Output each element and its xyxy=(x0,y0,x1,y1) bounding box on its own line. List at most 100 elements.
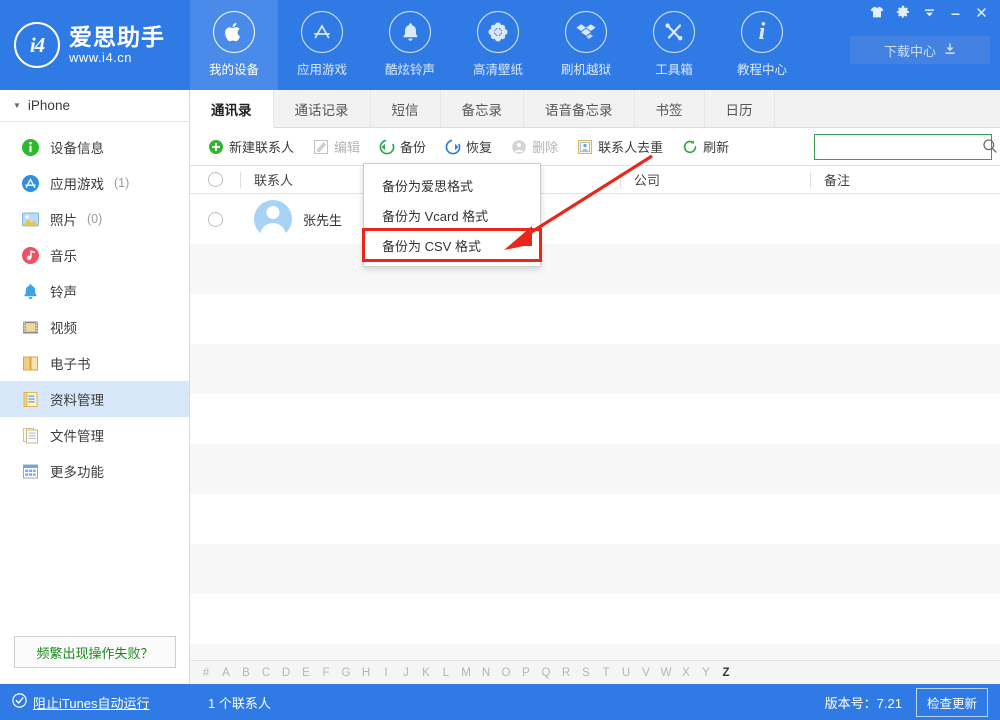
alpha-l[interactable]: L xyxy=(436,667,456,679)
alpha-x[interactable]: X xyxy=(676,667,696,679)
alpha-w[interactable]: W xyxy=(656,667,676,679)
nav-label: 工具箱 xyxy=(655,59,693,78)
sidebar-item-file-management[interactable]: 文件管理 xyxy=(0,417,189,453)
tools-icon xyxy=(653,11,695,53)
window-controls xyxy=(864,0,994,24)
nav-item-toolbox[interactable]: 工具箱 xyxy=(630,0,718,90)
sidebar-item-ebooks[interactable]: 电子书 xyxy=(0,345,189,381)
content-tabs: 通讯录 通话记录 短信 备忘录 语音备忘录 书签 日历 xyxy=(190,90,1000,128)
cell-note xyxy=(810,194,1000,244)
dedupe-contacts-button[interactable]: 联系人去重 xyxy=(567,134,672,160)
row-checkbox[interactable] xyxy=(208,212,223,227)
tab-label: 语音备忘录 xyxy=(545,99,613,119)
tab-voice-memos[interactable]: 语音备忘录 xyxy=(524,90,635,127)
alpha-a[interactable]: A xyxy=(216,667,236,679)
logo-mark-text: i4 xyxy=(30,33,44,58)
alpha-v[interactable]: V xyxy=(636,667,656,679)
alpha-y[interactable]: Y xyxy=(696,667,716,679)
alpha-d[interactable]: D xyxy=(276,667,296,679)
alpha-q[interactable]: Q xyxy=(536,667,556,679)
tab-label: 书签 xyxy=(656,99,683,119)
column-header-company[interactable]: 公司 xyxy=(620,166,810,194)
alpha-g[interactable]: G xyxy=(336,667,356,679)
sidebar-item-videos[interactable]: 视频 xyxy=(0,309,189,345)
caret-down-icon: ▼ xyxy=(13,101,21,110)
alpha-m[interactable]: M xyxy=(456,667,476,679)
sidebar-item-more-features[interactable]: 更多功能 xyxy=(0,453,189,489)
block-itunes-toggle[interactable]: 阻止iTunes自动运行 xyxy=(0,693,190,712)
alpha-hash[interactable]: # xyxy=(196,667,216,679)
select-all-checkbox[interactable] xyxy=(208,172,223,187)
menu-item-backup-vcard-format[interactable]: 备份为 Vcard 格式 xyxy=(364,200,540,230)
nav-item-my-device[interactable]: 我的设备 xyxy=(190,0,278,90)
help-troubleshoot-button[interactable]: 频繁出现操作失败？ xyxy=(14,636,176,668)
sidebar-item-device-info[interactable]: 设备信息 xyxy=(0,129,189,165)
help-troubleshoot-label: 频繁出现操作失败？ xyxy=(36,643,153,662)
new-contact-button[interactable]: 新建联系人 xyxy=(198,134,303,160)
search-icon[interactable] xyxy=(982,138,998,157)
video-film-icon xyxy=(20,317,40,337)
sidebar-item-photos[interactable]: 照片 (0) xyxy=(0,201,189,237)
search-input[interactable] xyxy=(821,140,982,154)
main-nav: 我的设备 应用游戏 酷炫铃声 高清壁纸 xyxy=(190,0,806,90)
alpha-r[interactable]: R xyxy=(556,667,576,679)
tab-bookmarks[interactable]: 书签 xyxy=(635,90,705,127)
nav-item-wallpapers[interactable]: 高清壁纸 xyxy=(454,0,542,90)
device-selector[interactable]: ▼ iPhone xyxy=(0,90,189,122)
tab-call-log[interactable]: 通话记录 xyxy=(274,90,371,127)
alpha-h[interactable]: H xyxy=(356,667,376,679)
app-header: i4 爱思助手 www.i4.cn 我的设备 应用游戏 xyxy=(0,0,1000,90)
alpha-c[interactable]: C xyxy=(256,667,276,679)
download-center-button[interactable]: 下载中心 xyxy=(850,36,990,64)
sidebar-item-apps-games[interactable]: 应用游戏 (1) xyxy=(0,165,189,201)
edit-button[interactable]: 编辑 xyxy=(303,134,369,160)
delete-button[interactable]: 删除 xyxy=(501,134,567,160)
close-icon[interactable] xyxy=(968,1,994,23)
tab-notes[interactable]: 备忘录 xyxy=(441,90,525,127)
alpha-f[interactable]: F xyxy=(316,667,336,679)
refresh-button[interactable]: 刷新 xyxy=(672,134,738,160)
backup-button[interactable]: 备份 xyxy=(369,134,435,160)
alpha-o[interactable]: O xyxy=(496,667,516,679)
sidebar-list: 设备信息 应用游戏 (1) 照片 (0) xyxy=(0,122,189,489)
sidebar-item-data-management[interactable]: 资料管理 xyxy=(0,381,189,417)
table-row[interactable]: 张先生 …47 xyxy=(190,194,1000,244)
alpha-b[interactable]: B xyxy=(236,667,256,679)
chevron-down-icon[interactable] xyxy=(916,1,942,23)
sidebar-item-label: 音乐 xyxy=(50,245,77,265)
nav-label: 高清壁纸 xyxy=(473,59,523,78)
sidebar-item-music[interactable]: 音乐 xyxy=(0,237,189,273)
menu-item-backup-csv-format[interactable]: 备份为 CSV 格式 xyxy=(364,230,540,260)
restore-button[interactable]: 恢复 xyxy=(435,134,501,160)
check-update-button[interactable]: 检查更新 xyxy=(916,688,988,717)
nav-item-flash-jailbreak[interactable]: 刷机越狱 xyxy=(542,0,630,90)
nav-item-apps-games[interactable]: 应用游戏 xyxy=(278,0,366,90)
alpha-n[interactable]: N xyxy=(476,667,496,679)
alpha-s[interactable]: S xyxy=(576,667,596,679)
search-box[interactable] xyxy=(814,134,992,160)
alpha-p[interactable]: P xyxy=(516,667,536,679)
menu-item-backup-aisi-format[interactable]: 备份为爱思格式 xyxy=(364,170,540,200)
alpha-k[interactable]: K xyxy=(416,667,436,679)
nav-item-ringtones[interactable]: 酷炫铃声 xyxy=(366,0,454,90)
tab-sms[interactable]: 短信 xyxy=(371,90,441,127)
alpha-e[interactable]: E xyxy=(296,667,316,679)
tab-calendar[interactable]: 日历 xyxy=(705,90,775,127)
alpha-i[interactable]: I xyxy=(376,667,396,679)
gear-icon[interactable] xyxy=(890,1,916,23)
alpha-j[interactable]: J xyxy=(396,667,416,679)
sidebar-item-ringtones[interactable]: 铃声 xyxy=(0,273,189,309)
alpha-z[interactable]: Z xyxy=(716,667,736,679)
flower-icon xyxy=(477,11,519,53)
info-badge-icon xyxy=(20,137,40,157)
minimize-icon[interactable] xyxy=(942,1,968,23)
avatar xyxy=(254,200,292,238)
nav-item-tutorials[interactable]: i 教程中心 xyxy=(718,0,806,90)
restore-icon xyxy=(444,138,461,155)
sidebar-item-count: (0) xyxy=(87,212,102,226)
column-header-note[interactable]: 备注 xyxy=(810,166,1000,194)
tab-contacts[interactable]: 通讯录 xyxy=(190,90,274,128)
skin-icon[interactable] xyxy=(864,1,890,23)
alpha-t[interactable]: T xyxy=(596,667,616,679)
alpha-u[interactable]: U xyxy=(616,667,636,679)
